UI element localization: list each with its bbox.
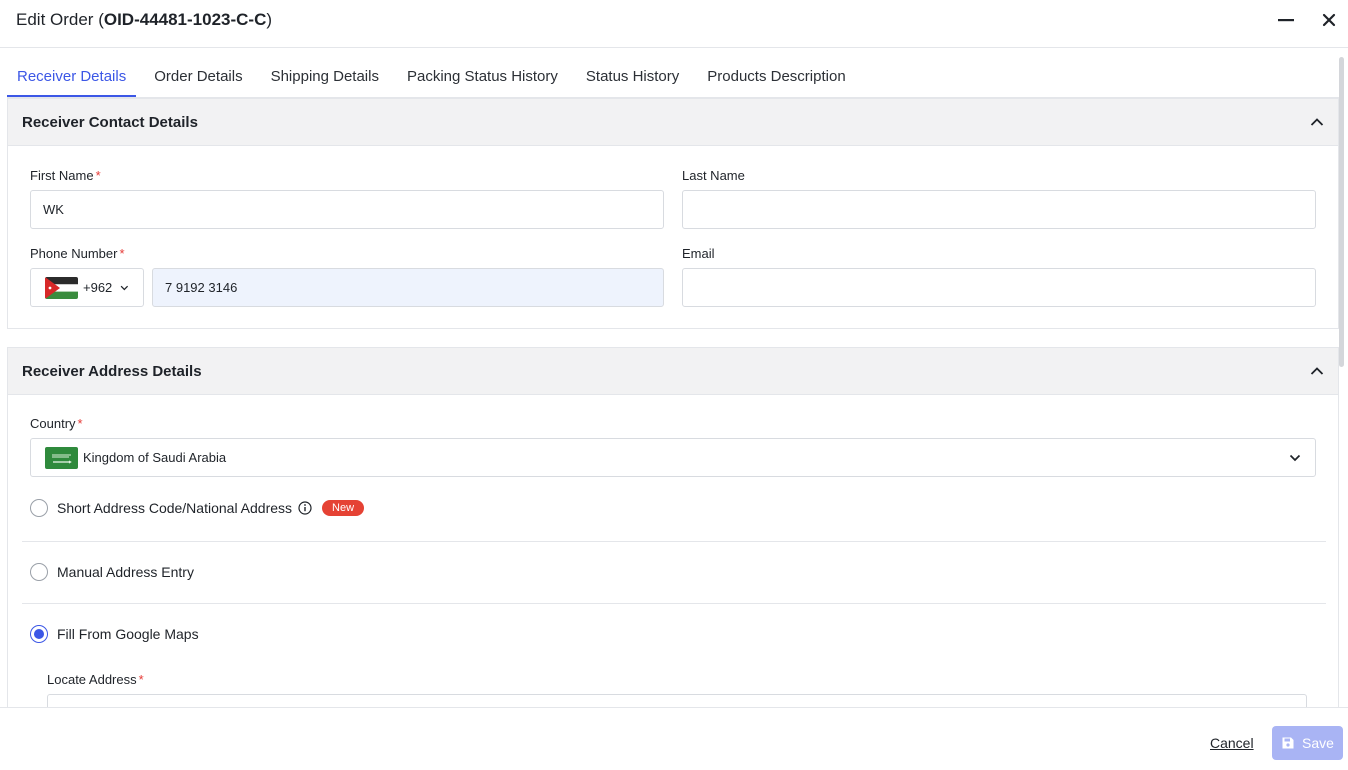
required-mark: *: [119, 246, 125, 261]
locate-address-input[interactable]: [47, 694, 1307, 707]
order-id: OID-44481-1023-C-C: [103, 10, 267, 29]
close-icon: [1322, 13, 1336, 27]
chevron-up-icon[interactable]: [1310, 366, 1324, 376]
first-name-label: First Name *: [30, 168, 101, 183]
address-section-header[interactable]: Receiver Address Details: [8, 348, 1338, 395]
google-maps-option[interactable]: Fill From Google Maps: [30, 625, 199, 643]
country-label-text: Country: [30, 416, 76, 431]
required-mark: *: [138, 672, 144, 687]
short-address-label: Short Address Code/National Address: [57, 500, 293, 516]
short-address-radio[interactable]: [30, 499, 48, 517]
tab-packing-status-history[interactable]: Packing Status History: [397, 58, 568, 97]
save-label: Save: [1302, 735, 1334, 751]
manual-address-option[interactable]: Manual Address Entry: [30, 563, 194, 581]
phone-country-select[interactable]: +962: [30, 268, 144, 307]
title-prefix: Edit Order (: [16, 10, 104, 29]
contact-section: Receiver Contact Details First Name * WK …: [7, 98, 1339, 329]
manual-address-radio[interactable]: [30, 563, 48, 581]
first-name-value: WK: [43, 202, 64, 217]
first-name-input[interactable]: WK: [30, 190, 664, 229]
save-button[interactable]: Save: [1272, 726, 1343, 760]
jordan-flag-icon: [45, 276, 78, 299]
new-badge: New: [322, 500, 365, 516]
address-section-title: Receiver Address Details: [22, 362, 202, 380]
chevron-down-icon: [120, 285, 129, 290]
divider: [22, 603, 1326, 604]
phone-label-text: Phone Number: [30, 246, 118, 261]
tab-receiver-details[interactable]: Receiver Details: [7, 58, 137, 97]
close-button[interactable]: [1316, 8, 1342, 32]
contact-section-header[interactable]: Receiver Contact Details: [8, 99, 1338, 146]
tab-order-details[interactable]: Order Details: [144, 58, 252, 97]
minimize-icon: [1278, 19, 1294, 22]
country-select[interactable]: Kingdom of Saudi Arabia: [30, 438, 1316, 477]
google-maps-label: Fill From Google Maps: [57, 626, 199, 642]
country-label: Country *: [30, 416, 83, 431]
email-label: Email: [682, 246, 715, 261]
email-label-text: Email: [682, 246, 715, 261]
modal-footer: Cancel Save: [0, 707, 1348, 770]
phone-number-label: Phone Number *: [30, 246, 125, 261]
tab-content: Receiver Contact Details First Name * WK …: [7, 97, 1339, 707]
phone-number-input[interactable]: 7 9192 3146: [152, 268, 664, 307]
tab-bar: Receiver Details Order Details Shipping …: [7, 58, 864, 98]
tab-products-description[interactable]: Products Description: [697, 58, 855, 97]
last-name-input[interactable]: [682, 190, 1316, 229]
google-maps-radio[interactable]: [30, 625, 48, 643]
divider: [22, 541, 1326, 542]
phone-code: +962: [83, 280, 113, 295]
last-name-label-text: Last Name: [682, 168, 745, 183]
first-name-label-text: First Name: [30, 168, 94, 183]
scrollbar[interactable]: [1339, 57, 1344, 367]
email-input[interactable]: [682, 268, 1316, 307]
address-section: Receiver Address Details Country * Kingdo…: [7, 347, 1339, 707]
manual-address-label: Manual Address Entry: [57, 564, 194, 580]
short-address-option[interactable]: Short Address Code/National Address New: [30, 499, 365, 517]
required-mark: *: [77, 416, 83, 431]
modal-header: Edit Order (OID-44481-1023-C-C): [0, 0, 1348, 48]
locate-address-label-text: Locate Address: [47, 672, 137, 687]
tab-status-history[interactable]: Status History: [576, 58, 689, 97]
country-value: Kingdom of Saudi Arabia: [83, 450, 227, 465]
last-name-label: Last Name: [682, 168, 745, 183]
tab-shipping-details[interactable]: Shipping Details: [261, 58, 389, 97]
title-suffix: ): [266, 10, 273, 29]
phone-number-value: 7 9192 3146: [165, 280, 238, 295]
info-icon[interactable]: [298, 501, 312, 515]
contact-section-title: Receiver Contact Details: [22, 113, 198, 131]
required-mark: *: [95, 168, 101, 183]
minimize-button[interactable]: [1273, 8, 1299, 32]
locate-address-label: Locate Address *: [47, 672, 144, 687]
saudi-flag-icon: [45, 446, 78, 469]
chevron-up-icon[interactable]: [1310, 117, 1324, 127]
modal-title: Edit Order (OID-44481-1023-C-C): [16, 10, 272, 30]
chevron-down-icon: [1289, 454, 1301, 462]
cancel-button[interactable]: Cancel: [1210, 735, 1254, 751]
edit-order-modal: Edit Order (OID-44481-1023-C-C) Receiver…: [0, 0, 1348, 770]
save-icon: [1282, 737, 1294, 749]
